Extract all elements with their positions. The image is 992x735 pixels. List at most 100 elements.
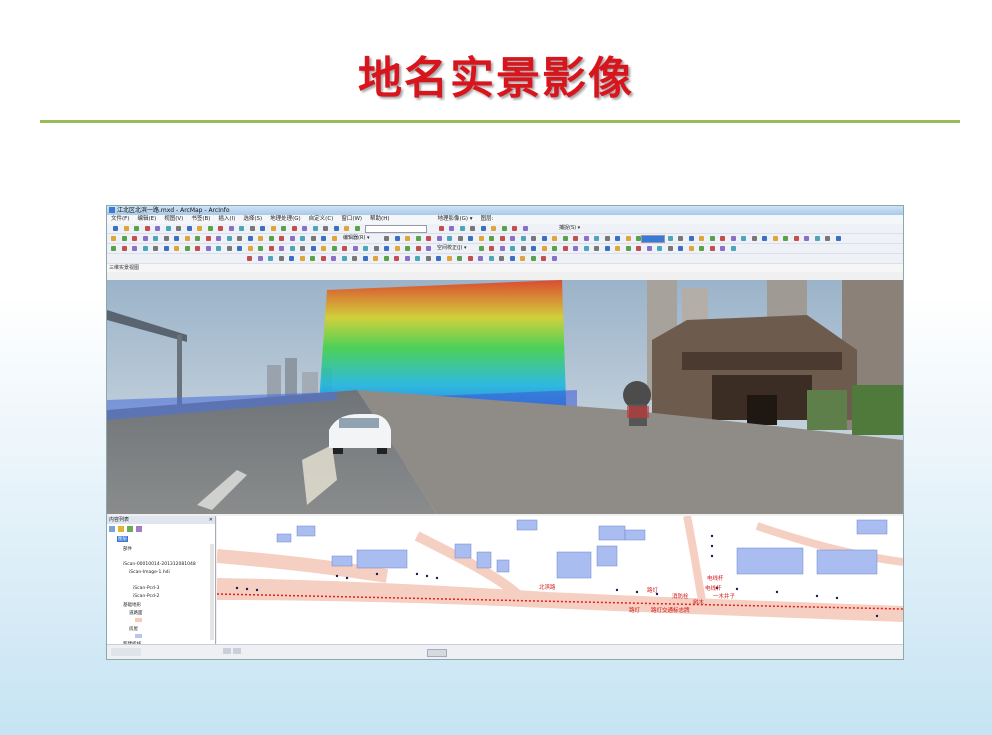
toolbar-tool-icon[interactable] xyxy=(321,246,326,251)
toolbar-tool-icon[interactable] xyxy=(123,226,129,231)
toolbar-tool-icon[interactable] xyxy=(155,226,160,231)
list-by-visibility-icon[interactable] xyxy=(127,526,133,532)
toolbar-tool-icon[interactable] xyxy=(478,246,484,251)
toolbar-tool-icon[interactable] xyxy=(279,246,284,251)
toolbar-tool-icon[interactable] xyxy=(270,226,276,231)
menu-help[interactable]: 帮助(H) xyxy=(370,215,389,224)
menu-insert[interactable]: 插入(I) xyxy=(218,215,235,224)
toolbar-tool-icon[interactable] xyxy=(709,236,715,241)
toolbar-tool-icon[interactable] xyxy=(720,246,725,251)
toolbar-tool-icon[interactable] xyxy=(478,256,483,261)
toc-item-pcd2[interactable]: iScan-Pcd-2 xyxy=(133,594,159,599)
toolbar-tool-icon[interactable] xyxy=(278,256,284,261)
toolbar-tool-icon[interactable] xyxy=(362,256,368,261)
toolbar-tool-icon[interactable] xyxy=(457,236,463,241)
list-by-drawing-order-icon[interactable] xyxy=(109,526,115,532)
toolbar-tool-icon[interactable] xyxy=(436,256,441,261)
toolbar-tool-icon[interactable] xyxy=(228,226,234,231)
toolbar-tool-icon[interactable] xyxy=(615,236,620,241)
toolbar-tool-icon[interactable] xyxy=(216,236,221,241)
toolbar-tool-icon[interactable] xyxy=(121,246,127,251)
toolbar-tool-icon[interactable] xyxy=(268,256,273,261)
toolbar-tool-icon[interactable] xyxy=(594,246,599,251)
toolbar-tool-icon[interactable] xyxy=(344,226,349,231)
toolbar-tool-icon[interactable] xyxy=(415,246,421,251)
toolbar-tool-icon[interactable] xyxy=(573,236,578,241)
toolbar-tool-icon[interactable] xyxy=(333,226,339,231)
toolbar-tool-icon[interactable] xyxy=(247,236,253,241)
toolbar-tool-icon[interactable] xyxy=(268,236,274,241)
toolbar-tool-icon[interactable] xyxy=(520,236,526,241)
list-by-selection-icon[interactable] xyxy=(136,526,142,532)
toolbar-tool-icon[interactable] xyxy=(667,236,673,241)
toolbar-tool-icon[interactable] xyxy=(331,256,336,261)
toolbar-tool-icon[interactable] xyxy=(218,226,223,231)
toc-close-icon[interactable]: ✕ xyxy=(209,516,213,524)
toolbar-tool-icon[interactable] xyxy=(730,246,736,251)
toolbar-tool-icon[interactable] xyxy=(488,256,494,261)
toolbar-tool-icon[interactable] xyxy=(111,246,116,251)
menu-selection[interactable]: 选择(S) xyxy=(243,215,262,224)
toolbar-tool-icon[interactable] xyxy=(132,236,137,241)
toolbar-tool-icon[interactable] xyxy=(426,236,431,241)
toolbar-tool-icon[interactable] xyxy=(531,246,536,251)
toolbar-tool-icon[interactable] xyxy=(312,226,318,231)
toolbar-tool-icon[interactable] xyxy=(446,256,452,261)
toolbar-tool-icon[interactable] xyxy=(195,236,200,241)
toolbar-tool-icon[interactable] xyxy=(352,246,358,251)
map-view[interactable]: 北滨路 路灯 消防栓 电线杆 路灯 路灯交通标志牌 树木 电线杆 一木井子 xyxy=(217,516,903,644)
toolbar-tool-icon[interactable] xyxy=(449,226,454,231)
toolbar-tool-icon[interactable] xyxy=(468,236,473,241)
toc-item-parts[interactable]: 部件 xyxy=(123,546,132,552)
toolbar-tool-icon[interactable] xyxy=(489,246,494,251)
toc-item-house[interactable]: 房屋 xyxy=(129,626,138,632)
toolbar-tool-icon[interactable] xyxy=(531,236,536,241)
toolbar-tool-icon[interactable] xyxy=(373,256,378,261)
toolbar-tool-icon[interactable] xyxy=(678,246,683,251)
toolbar-tool-icon[interactable] xyxy=(636,236,641,241)
toolbar-tool-icon[interactable] xyxy=(699,246,704,251)
toolbar-tool-icon[interactable] xyxy=(144,226,150,231)
toolbar-tool-icon[interactable] xyxy=(499,246,505,251)
toolbar-tool-icon[interactable] xyxy=(541,236,547,241)
toolbar-tool-icon[interactable] xyxy=(814,236,820,241)
toolbar-tool-icon[interactable] xyxy=(667,246,673,251)
toolbar-tool-icon[interactable] xyxy=(625,246,631,251)
menu-edit[interactable]: 编辑(E) xyxy=(137,215,156,224)
toolbar-tool-icon[interactable] xyxy=(562,246,568,251)
toolbar-tool-icon[interactable] xyxy=(394,246,400,251)
toolbar-tool-icon[interactable] xyxy=(512,226,517,231)
toolbar-tool-icon[interactable] xyxy=(678,236,683,241)
toolbar-tool-icon[interactable] xyxy=(176,226,181,231)
toolbar-tool-icon[interactable] xyxy=(772,236,778,241)
menu-windows[interactable]: 窗口(W) xyxy=(341,215,362,224)
toolbar-tool-icon[interactable] xyxy=(323,226,328,231)
toolbar-tool-icon[interactable] xyxy=(835,236,841,241)
geo-image-toolbar-label[interactable]: 地理影像(G) ▾ xyxy=(437,215,472,224)
toolbar-tool-icon[interactable] xyxy=(467,256,473,261)
toolbar-tool-icon[interactable] xyxy=(415,236,421,241)
toolbar-tool-icon[interactable] xyxy=(237,246,242,251)
toolbar-tool-icon[interactable] xyxy=(281,226,286,231)
toolbar-tool-icon[interactable] xyxy=(646,246,652,251)
toolbar-tool-icon[interactable] xyxy=(825,236,830,241)
toolbar-tool-icon[interactable] xyxy=(186,226,192,231)
toolbar-tool-icon[interactable] xyxy=(258,236,263,241)
toolbar-tool-icon[interactable] xyxy=(415,256,420,261)
toolbar-tool-icon[interactable] xyxy=(195,246,200,251)
toolbar-tool-icon[interactable] xyxy=(184,246,190,251)
toolbar-tool-icon[interactable] xyxy=(320,256,326,261)
toolbar-tool-icon[interactable] xyxy=(268,246,274,251)
layout-view-icon[interactable] xyxy=(223,648,231,654)
toolbar-tool-icon[interactable] xyxy=(804,236,809,241)
toolbar-tool-icon[interactable] xyxy=(247,256,252,261)
toolbar-tool-icon[interactable] xyxy=(310,256,315,261)
toolbar-tool-icon[interactable] xyxy=(134,226,139,231)
toolbar-tool-icon[interactable] xyxy=(499,236,505,241)
toolbar-tool-icon[interactable] xyxy=(113,226,118,231)
toc-item-base-terrain[interactable]: 基础地形 xyxy=(123,602,141,608)
toolbar-tool-icon[interactable] xyxy=(249,226,255,231)
toolbar-tool-icon[interactable] xyxy=(184,236,190,241)
editor-label[interactable]: 编辑器(R) ▾ xyxy=(343,234,369,243)
toolbar-tool-icon[interactable] xyxy=(762,236,767,241)
